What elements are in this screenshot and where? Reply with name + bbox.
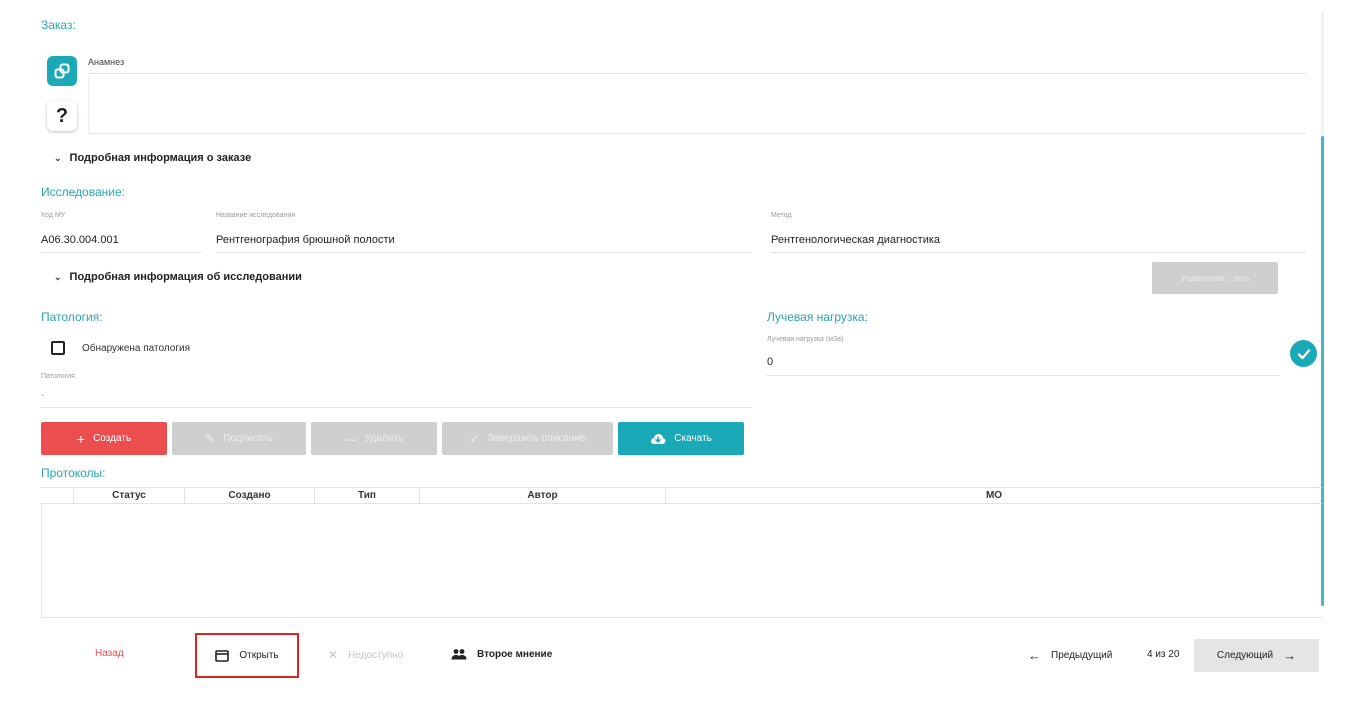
check-icon <box>1297 348 1310 359</box>
column-header-type[interactable]: Тип <box>315 488 420 503</box>
back-button-label: Назад <box>95 648 124 659</box>
order-section-title: Заказ: <box>41 18 76 32</box>
anamnesis-label: Анамнез <box>88 57 125 67</box>
order-details-label: Подробная информация о заказе <box>69 152 252 164</box>
study-method-value: Рентгенологическая диагностика <box>771 234 941 246</box>
finish-description-button[interactable]: ✓ Завершить описание <box>442 422 613 455</box>
manage-study-button-label: Управление ...тать <box>1180 273 1250 283</box>
pencil-icon: ✎ <box>205 431 216 446</box>
manage-study-button[interactable]: Управление ...тать <box>1152 262 1278 294</box>
confirm-radiation-button[interactable] <box>1290 340 1317 367</box>
delete-button-label: Удалить <box>364 433 404 444</box>
finish-button-label: Завершить описание <box>487 433 586 444</box>
previous-button-label: Предыдущий <box>1051 650 1113 661</box>
unavailable-button-label: Недоступно <box>348 649 404 661</box>
chevron-down-icon: ⌄ <box>54 271 62 282</box>
cloud-download-icon <box>651 433 666 444</box>
pathology-checkbox-label: Обнаружена патология <box>82 343 190 354</box>
pathology-field-underline <box>41 407 752 408</box>
checkmark-icon: ✓ <box>469 431 480 446</box>
study-code-underline <box>41 252 201 253</box>
order-details-expander[interactable]: ⌄ Подробная информация о заказе <box>54 152 251 164</box>
next-button[interactable]: Следующий → <box>1194 639 1319 672</box>
study-method-underline <box>771 252 1306 253</box>
study-name-underline <box>216 252 752 253</box>
create-button-label: Создать <box>93 433 132 444</box>
study-details-label: Подробная информация об исследовании <box>69 271 302 283</box>
column-header-author[interactable]: Автор <box>420 488 666 503</box>
page-counter: 4 из 20 <box>1147 649 1180 660</box>
sign-button-label: Подписать <box>223 433 273 444</box>
chevron-down-icon: ⌄ <box>54 152 62 163</box>
help-button[interactable]: ? <box>47 101 77 131</box>
radiation-field-underline <box>767 375 1279 376</box>
download-button[interactable]: Скачать <box>618 422 744 455</box>
pathology-field-value[interactable]: - <box>41 390 44 401</box>
unavailable-button[interactable]: ✕ Недоступно <box>328 648 403 662</box>
open-button[interactable]: Открыть <box>195 633 299 678</box>
radiation-field-value[interactable]: 0 <box>767 356 773 368</box>
help-glyph: ? <box>55 104 69 127</box>
study-section-title: Исследование: <box>41 185 125 199</box>
study-name-label: Название исследования <box>216 212 296 219</box>
people-icon <box>451 649 467 660</box>
second-opinion-button[interactable]: Второе мнение <box>451 648 552 660</box>
link-icon <box>54 63 70 79</box>
back-button[interactable]: Назад <box>95 648 124 659</box>
sign-protocol-button[interactable]: ✎ Подписать <box>172 422 306 455</box>
protocols-table-body <box>41 504 1322 618</box>
minus-icon: — <box>344 431 357 446</box>
second-opinion-button-label: Второе мнение <box>477 648 553 660</box>
close-icon: ✕ <box>328 648 339 662</box>
window-icon <box>215 649 230 662</box>
pathology-field-label: Патология <box>41 373 75 380</box>
pathology-checkbox[interactable] <box>51 341 65 355</box>
anamnesis-field[interactable] <box>88 76 1306 134</box>
arrow-left-icon: ← <box>1028 648 1041 663</box>
create-protocol-button[interactable]: + Создать <box>41 422 167 455</box>
study-code-value: A06.30.004.001 <box>41 234 119 246</box>
protocols-section-title: Протоколы: <box>41 466 106 480</box>
column-header-mo[interactable]: МО <box>666 488 1322 503</box>
next-button-label: Следующий <box>1216 650 1274 661</box>
column-header-status[interactable]: Статус <box>74 488 185 503</box>
study-method-label: Метод <box>771 212 792 219</box>
previous-button[interactable]: ← Предыдущий <box>1028 648 1112 663</box>
radiation-field-label: Лучевая нагрузка (мЗв) <box>767 336 844 343</box>
anamnesis-divider <box>88 73 1306 74</box>
column-header-created[interactable]: Создано <box>185 488 315 503</box>
study-code-label: Код МУ <box>41 212 66 219</box>
arrow-right-icon: → <box>1283 648 1297 663</box>
open-button-label: Открыть <box>239 650 279 661</box>
study-name-value: Рентгенография брюшной полости <box>216 234 395 246</box>
delete-protocol-button[interactable]: — Удалить <box>311 422 437 455</box>
pathology-section-title: Патология: <box>41 310 103 324</box>
plus-icon: + <box>76 430 86 447</box>
protocols-table-header: Статус Создано Тип Автор МО <box>41 487 1322 504</box>
download-button-label: Скачать <box>674 433 712 444</box>
column-header-select <box>41 488 74 503</box>
study-details-expander[interactable]: ⌄ Подробная информация об исследовании <box>54 271 302 283</box>
radiation-section-title: Лучевая нагрузка: <box>767 310 868 324</box>
link-order-button[interactable] <box>47 56 77 86</box>
